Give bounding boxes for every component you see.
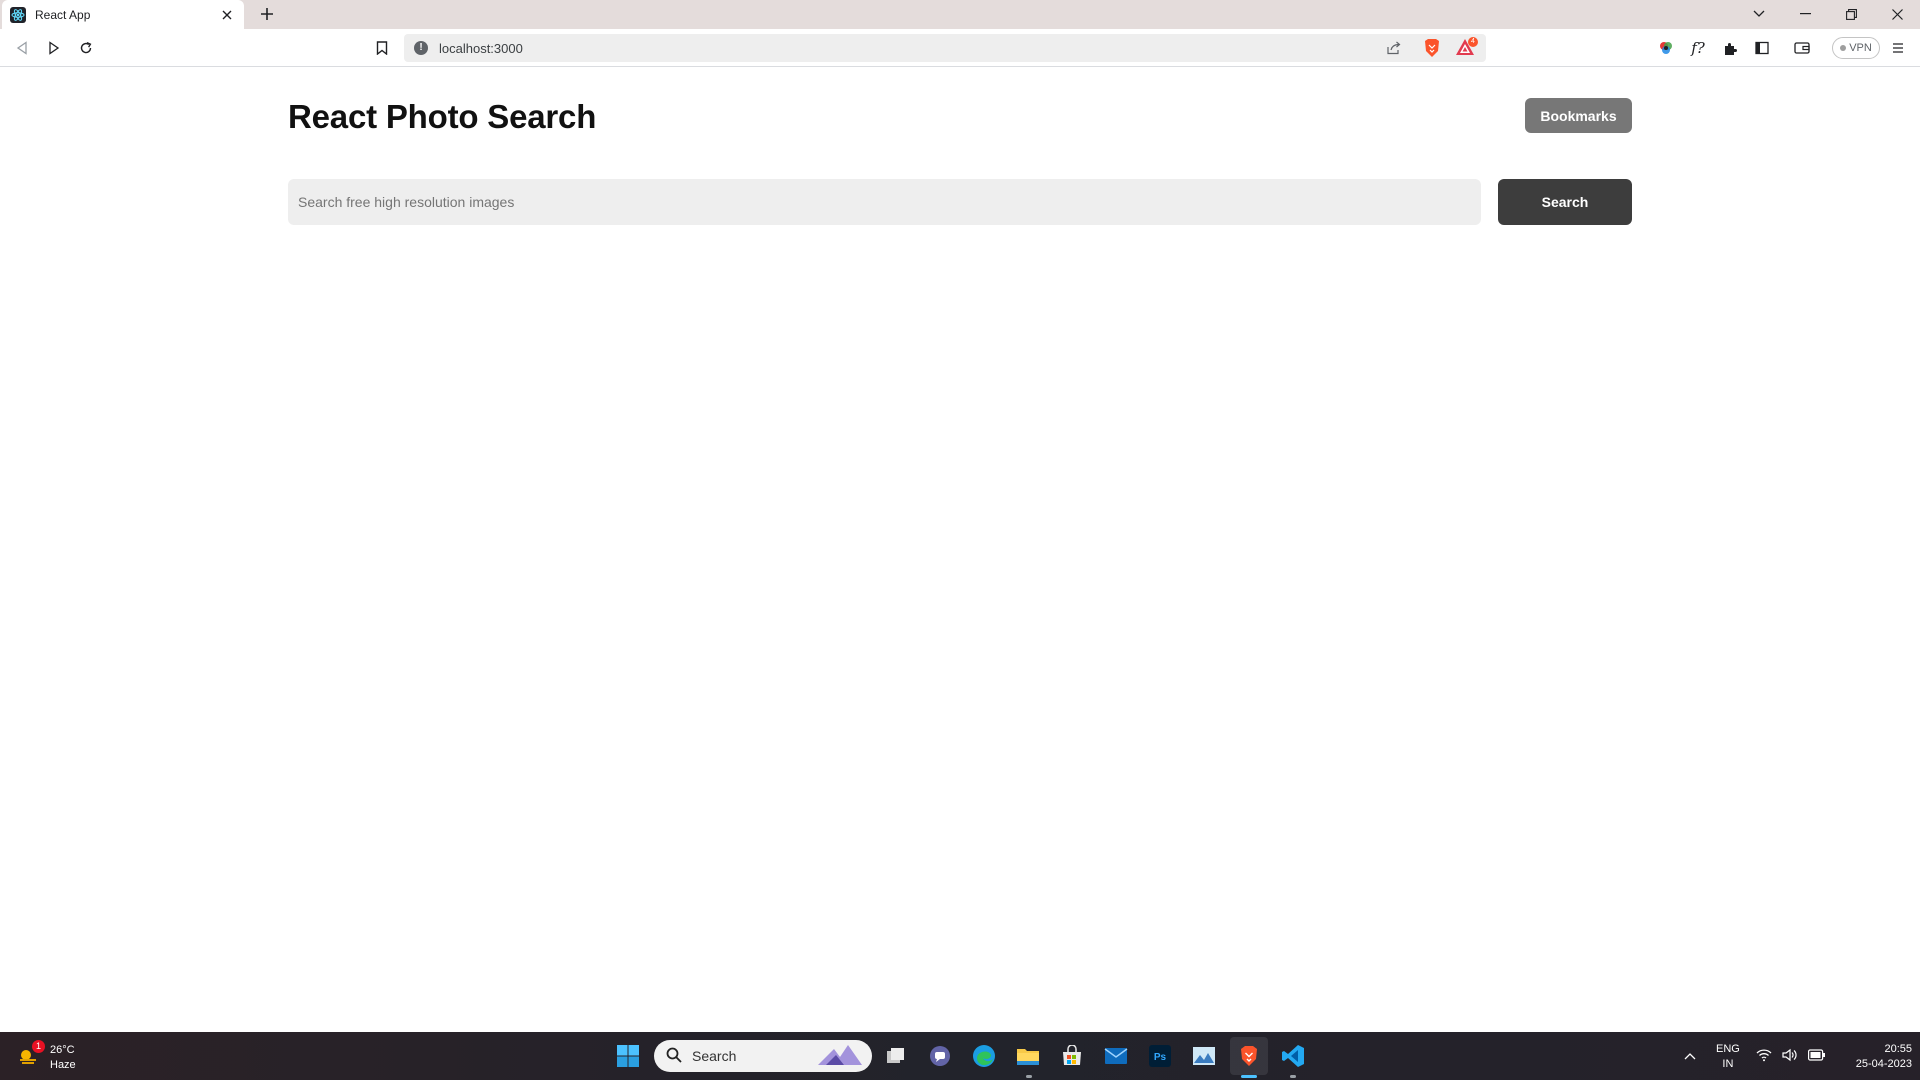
file-explorer-icon[interactable] bbox=[1013, 1041, 1043, 1071]
vpn-button[interactable]: VPN bbox=[1832, 37, 1880, 59]
wallet-icon[interactable] bbox=[1790, 36, 1814, 60]
forward-icon[interactable] bbox=[42, 36, 66, 60]
browser-tab-active[interactable]: React App bbox=[2, 0, 244, 29]
system-tray-icons[interactable] bbox=[1756, 1047, 1826, 1067]
page-title: React Photo Search bbox=[288, 98, 597, 135]
system-clock[interactable]: 20:55 25-04-2023 bbox=[1832, 1042, 1912, 1072]
input-language-indicator[interactable]: ENG IN bbox=[1716, 1042, 1740, 1072]
clock-time: 20:55 bbox=[1884, 1043, 1912, 1055]
extensions-puzzle-icon[interactable] bbox=[1718, 36, 1742, 60]
photoshop-icon[interactable]: Ps bbox=[1145, 1041, 1175, 1071]
react-icon bbox=[10, 6, 26, 23]
bookmark-this-page-icon[interactable] bbox=[370, 36, 394, 60]
reload-icon[interactable] bbox=[74, 36, 98, 60]
menu-hamburger-icon[interactable] bbox=[1886, 36, 1910, 60]
mail-icon[interactable] bbox=[1101, 1041, 1131, 1071]
tray-chevron-up-icon[interactable] bbox=[1680, 1047, 1700, 1067]
browser-toolbar: ! localhost:3000 4 f? VPN bbox=[0, 29, 1920, 67]
language-code: ENG bbox=[1716, 1043, 1740, 1055]
brave-running-indicator bbox=[1241, 1075, 1257, 1078]
brave-browser-icon[interactable] bbox=[1234, 1041, 1264, 1071]
edge-browser-icon[interactable] bbox=[969, 1041, 999, 1071]
vpn-status-dot-icon bbox=[1840, 45, 1847, 51]
image-search-input[interactable] bbox=[288, 179, 1481, 225]
taskbar-search-box[interactable]: Search bbox=[654, 1040, 872, 1072]
browser-tabstrip: React App bbox=[0, 0, 1920, 29]
vscode-icon[interactable] bbox=[1278, 1041, 1308, 1071]
share-icon[interactable] bbox=[1384, 38, 1404, 58]
region-code: IN bbox=[1722, 1058, 1734, 1070]
color-extension-icon[interactable] bbox=[1654, 36, 1678, 60]
microsoft-store-icon[interactable] bbox=[1057, 1041, 1087, 1071]
vscode-running-indicator bbox=[1290, 1075, 1296, 1078]
explorer-running-indicator bbox=[1026, 1075, 1032, 1078]
tab-close-icon[interactable] bbox=[218, 7, 236, 23]
weather-alert-badge: 1 bbox=[32, 1040, 45, 1053]
brave-shields-icon[interactable] bbox=[1421, 37, 1443, 59]
svg-text:Ps: Ps bbox=[1154, 1052, 1167, 1063]
restore-icon[interactable] bbox=[1836, 2, 1866, 26]
vpn-label: VPN bbox=[1849, 42, 1872, 54]
task-view-icon[interactable] bbox=[881, 1041, 911, 1071]
clock-date: 25-04-2023 bbox=[1855, 1058, 1912, 1070]
sidebar-toggle-icon[interactable] bbox=[1750, 36, 1774, 60]
site-info-icon[interactable]: ! bbox=[414, 41, 428, 55]
teams-chat-icon[interactable] bbox=[925, 1041, 955, 1071]
volume-icon[interactable] bbox=[1782, 1048, 1798, 1067]
taskbar-search-label: Search bbox=[692, 1048, 737, 1064]
weather-condition: Haze bbox=[50, 1059, 76, 1071]
wifi-icon[interactable] bbox=[1756, 1048, 1772, 1067]
back-icon[interactable] bbox=[10, 36, 34, 60]
windows-start-icon[interactable] bbox=[613, 1041, 643, 1071]
fonts-extension-icon[interactable]: f? bbox=[1686, 36, 1710, 60]
tab-title: React App bbox=[35, 7, 91, 22]
address-bar[interactable]: ! localhost:3000 4 bbox=[404, 34, 1486, 62]
minimize-icon[interactable] bbox=[1790, 2, 1820, 26]
search-button[interactable]: Search bbox=[1498, 179, 1632, 225]
windows-taskbar: 1 26°C Haze Search Ps ENG IN 20:55 25-04… bbox=[0, 1032, 1920, 1080]
weather-widget[interactable]: 1 26°C Haze bbox=[16, 1040, 96, 1074]
window-close-icon[interactable] bbox=[1882, 2, 1912, 26]
tab-search-chevron-down-icon[interactable] bbox=[1744, 2, 1774, 26]
new-tab-plus-icon[interactable] bbox=[256, 3, 278, 25]
brave-rewards-icon[interactable]: 4 bbox=[1454, 37, 1478, 59]
bookmarks-button[interactable]: Bookmarks bbox=[1525, 98, 1632, 133]
weather-temperature: 26°C bbox=[50, 1044, 75, 1056]
search-icon bbox=[666, 1047, 682, 1066]
battery-icon[interactable] bbox=[1808, 1048, 1826, 1066]
address-url[interactable]: localhost:3000 bbox=[439, 41, 523, 56]
search-highlight-illustration-icon bbox=[814, 1043, 866, 1072]
photos-app-icon[interactable] bbox=[1189, 1041, 1219, 1071]
